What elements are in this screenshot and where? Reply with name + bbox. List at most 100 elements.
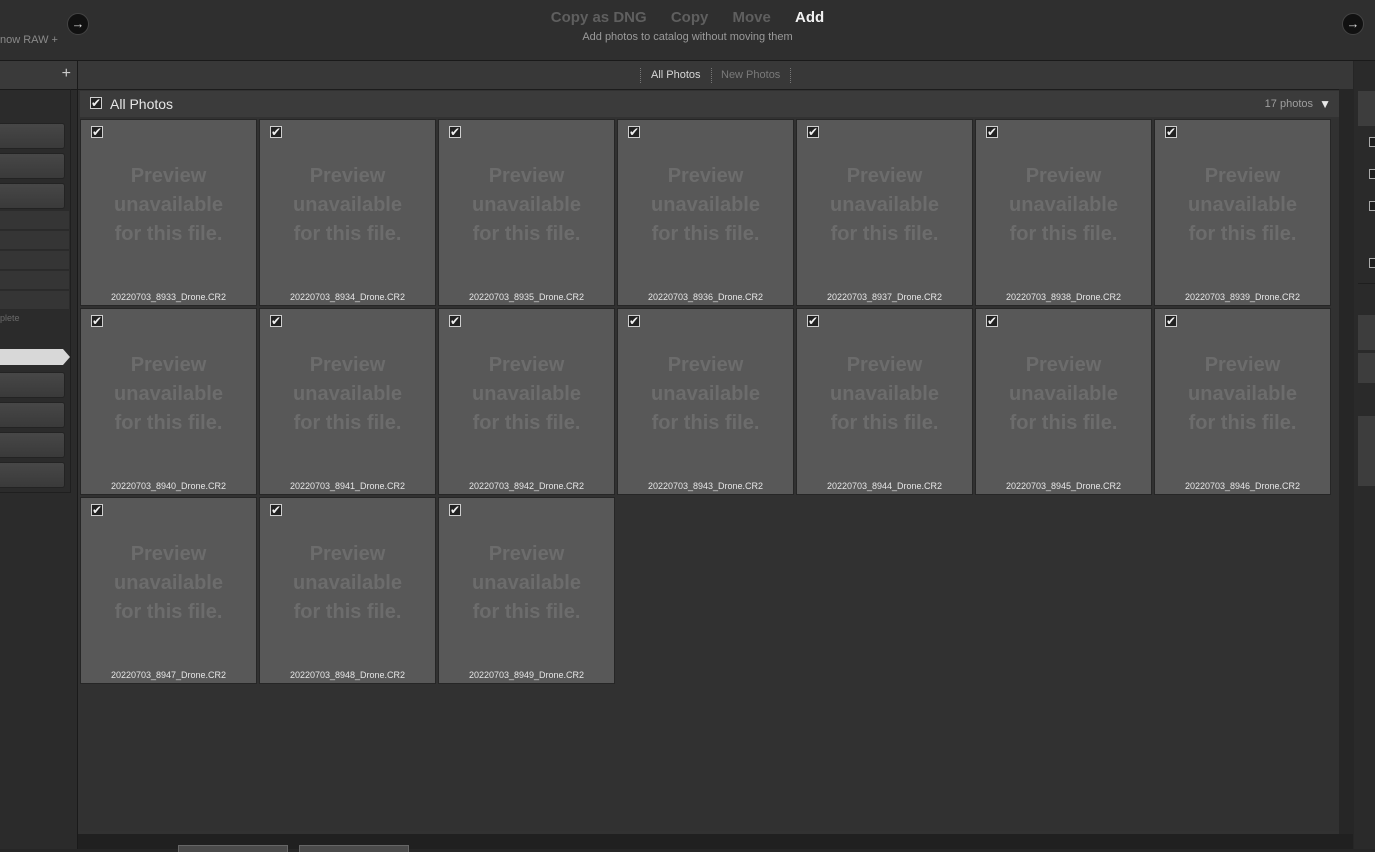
mode-copy-as-dng[interactable]: Copy as DNG: [551, 9, 647, 26]
mode-move[interactable]: Move: [733, 9, 771, 26]
photo-checkbox[interactable]: ✔: [986, 126, 998, 138]
preview-unavailable-text: Preview unavailable for this file.: [830, 354, 939, 434]
preview-unavailable-text: Preview unavailable for this file.: [114, 165, 223, 245]
photo-cell[interactable]: ✔ Preview unavailable for this file. 20220…: [975, 119, 1152, 306]
preview-unavailable-text: Preview unavailable for this file.: [293, 354, 402, 434]
add-source-plus-icon[interactable]: +: [62, 66, 71, 82]
destination-section-2[interactable]: [1358, 315, 1375, 350]
source-button-4[interactable]: [0, 372, 65, 398]
photo-checkbox[interactable]: ✔: [91, 504, 103, 516]
photo-checkbox[interactable]: ✔: [449, 504, 461, 516]
photo-cell[interactable]: ✔ Preview unavailable for this file. 20220…: [1154, 308, 1331, 495]
photo-filename: 20220703_8948_Drone.CR2: [289, 670, 406, 680]
all-photos-header: ✔ All Photos 17 photos ▼: [80, 91, 1339, 117]
photo-filename: 20220703_8943_Drone.CR2: [647, 481, 764, 491]
photo-checkbox[interactable]: ✔: [91, 315, 103, 327]
destination-section-4[interactable]: [1358, 416, 1375, 486]
source-button-1[interactable]: [0, 123, 65, 149]
photo-filename: 20220703_8944_Drone.CR2: [826, 481, 943, 491]
photo-checkbox[interactable]: ✔: [986, 315, 998, 327]
source-row-5[interactable]: [0, 291, 69, 310]
photo-checkbox[interactable]: ✔: [1165, 126, 1177, 138]
photo-checkbox[interactable]: ✔: [628, 315, 640, 327]
photo-cell[interactable]: ✔ Preview unavailable for this file. 20220…: [617, 119, 794, 306]
photo-filename: 20220703_8946_Drone.CR2: [1184, 481, 1301, 491]
photo-filename: 20220703_8938_Drone.CR2: [1005, 292, 1122, 302]
photo-checkbox[interactable]: ✔: [270, 126, 282, 138]
photo-filename: 20220703_8936_Drone.CR2: [647, 292, 764, 302]
photo-cell[interactable]: ✔ Preview unavailable for this file. 20220…: [975, 308, 1152, 495]
source-button-5[interactable]: [0, 402, 65, 428]
photo-cell[interactable]: ✔ Preview unavailable for this file. 20220…: [438, 497, 615, 684]
destination-checkbox-3[interactable]: [1369, 201, 1375, 211]
preview-unavailable-text: Preview unavailable for this file.: [651, 165, 760, 245]
photo-filename: 20220703_8941_Drone.CR2: [289, 481, 406, 491]
photo-cell[interactable]: ✔ Preview unavailable for this file. 20220…: [259, 308, 436, 495]
tab-all-photos[interactable]: All Photos: [640, 68, 712, 83]
photo-cell[interactable]: ✔ Preview unavailable for this file. 20220…: [80, 119, 257, 306]
photo-filename: 20220703_8942_Drone.CR2: [468, 481, 585, 491]
destination-checkbox-4[interactable]: [1369, 258, 1375, 268]
preview-unavailable-text: Preview unavailable for this file.: [114, 543, 223, 623]
destination-panel: [1354, 61, 1375, 849]
tab-new-photos[interactable]: New Photos: [711, 68, 792, 83]
photo-cell[interactable]: ✔ Preview unavailable for this file. 20220…: [438, 119, 615, 306]
photo-cell[interactable]: ✔ Preview unavailable for this file. 20220…: [1154, 119, 1331, 306]
photo-filter-tabs: All Photos New Photos: [78, 61, 1353, 90]
photo-checkbox[interactable]: ✔: [807, 315, 819, 327]
photo-cell[interactable]: ✔ Preview unavailable for this file. 20220…: [617, 308, 794, 495]
photo-checkbox[interactable]: ✔: [449, 315, 461, 327]
collapse-triangle-icon[interactable]: ▼: [1319, 97, 1331, 111]
photo-grid: ✔ Preview unavailable for this file. 20220…: [80, 119, 1339, 831]
partial-label: plete: [0, 313, 20, 323]
preview-unavailable-text: Preview unavailable for this file.: [293, 543, 402, 623]
photo-cell[interactable]: ✔ Preview unavailable for this file. 20220…: [796, 308, 973, 495]
photo-cell[interactable]: ✔ Preview unavailable for this file. 20220…: [259, 497, 436, 684]
source-row-2[interactable]: [0, 231, 69, 250]
destination-checkbox-1[interactable]: [1369, 137, 1375, 147]
destination-checkbox-2[interactable]: [1369, 169, 1375, 179]
bottom-toolbar: [78, 834, 1353, 852]
photo-cell[interactable]: ✔ Preview unavailable for this file. 20220…: [259, 119, 436, 306]
photo-checkbox[interactable]: ✔: [270, 315, 282, 327]
preview-unavailable-text: Preview unavailable for this file.: [472, 165, 581, 245]
preview-unavailable-text: Preview unavailable for this file.: [472, 543, 581, 623]
import-mode-selector: Copy as DNG Copy Move Add: [0, 9, 1375, 26]
photo-cell[interactable]: ✔ Preview unavailable for this file. 20220…: [80, 497, 257, 684]
mode-copy[interactable]: Copy: [671, 9, 709, 26]
photo-checkbox[interactable]: ✔: [91, 126, 103, 138]
photo-filename: 20220703_8935_Drone.CR2: [468, 292, 585, 302]
import-top-bar: now RAW + → Copy as DNG Copy Move Add Ad…: [0, 0, 1375, 61]
destination-arrow-icon[interactable]: →: [1342, 13, 1364, 35]
photo-filename: 20220703_8937_Drone.CR2: [826, 292, 943, 302]
source-button-7[interactable]: [0, 462, 65, 488]
source-button-3[interactable]: [0, 183, 65, 209]
preview-unavailable-text: Preview unavailable for this file.: [1188, 165, 1297, 245]
main-content: All Photos New Photos ✔ All Photos 17 ph…: [78, 61, 1353, 852]
photo-cell[interactable]: ✔ Preview unavailable for this file. 20220…: [438, 308, 615, 495]
source-slider-handle[interactable]: [0, 349, 70, 365]
grid-scrollbar[interactable]: [1339, 89, 1353, 834]
photo-checkbox[interactable]: ✔: [1165, 315, 1177, 327]
source-row-1[interactable]: [0, 211, 69, 230]
destination-section-header[interactable]: [1358, 91, 1375, 126]
mode-add[interactable]: Add: [795, 9, 824, 26]
photo-filename: 20220703_8939_Drone.CR2: [1184, 292, 1301, 302]
source-button-6[interactable]: [0, 432, 65, 458]
source-button-2[interactable]: [0, 153, 65, 179]
mode-description: Add photos to catalog without moving the…: [582, 31, 793, 43]
photo-cell[interactable]: ✔ Preview unavailable for this file. 20220…: [80, 308, 257, 495]
photo-checkbox[interactable]: ✔: [628, 126, 640, 138]
photo-filename: 20220703_8947_Drone.CR2: [110, 670, 227, 680]
section-title: All Photos: [110, 96, 174, 112]
photo-filename: 20220703_8945_Drone.CR2: [1005, 481, 1122, 491]
photo-checkbox[interactable]: ✔: [449, 126, 461, 138]
source-row-4[interactable]: [0, 271, 69, 290]
photo-checkbox[interactable]: ✔: [270, 504, 282, 516]
source-panel-header: +: [0, 61, 77, 90]
destination-section-3[interactable]: [1358, 353, 1375, 383]
photo-checkbox[interactable]: ✔: [807, 126, 819, 138]
select-all-checkbox[interactable]: ✔: [90, 97, 102, 109]
source-row-3[interactable]: [0, 251, 69, 270]
photo-cell[interactable]: ✔ Preview unavailable for this file. 20220…: [796, 119, 973, 306]
